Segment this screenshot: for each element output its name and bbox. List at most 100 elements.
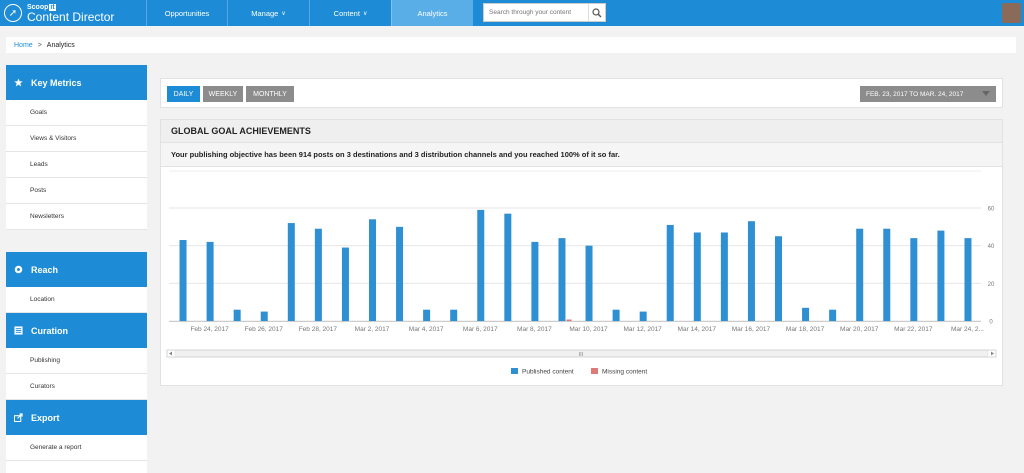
app-logo[interactable]: ➚ Scoop it Content Director — [0, 0, 146, 26]
x-tick-label: Mar 14, 2017 — [678, 326, 717, 333]
x-tick-label: Feb 24, 2017 — [190, 326, 229, 333]
bar-published — [585, 245, 593, 321]
bar-published — [910, 238, 918, 321]
nav-item-content[interactable]: Content ∨ — [309, 0, 391, 26]
sidebar-item-goals[interactable]: Goals — [6, 100, 147, 126]
x-tick-label: Mar 10, 2017 — [569, 326, 608, 333]
export-icon — [14, 413, 24, 422]
sidebar-item-generate-a-report[interactable]: Generate a report — [6, 435, 147, 461]
sidebar-item-posts[interactable]: Posts — [6, 178, 147, 204]
breadcrumb: Home > Analytics — [6, 37, 1016, 53]
search-box — [483, 3, 606, 22]
x-tick-label: Mar 24, 2... — [951, 326, 984, 333]
sidebar-item-location[interactable]: Location — [6, 287, 147, 313]
scrollbar-grip: III — [579, 352, 583, 358]
bar-published — [260, 311, 268, 321]
nav-item-label: Manage — [251, 8, 279, 18]
x-tick-label: Mar 12, 2017 — [624, 326, 663, 333]
chevron-down-icon: ∨ — [362, 10, 368, 17]
bar-published — [233, 309, 241, 321]
y-tick-label: 40 — [988, 244, 995, 250]
bar-published — [856, 228, 864, 321]
bar-published — [720, 232, 728, 321]
nav-item-label: Content — [333, 8, 360, 18]
search-button[interactable] — [588, 4, 605, 21]
legend-swatch-missing — [591, 368, 598, 374]
sidebar-item-curators[interactable]: Curators — [6, 374, 147, 400]
sidebar-section-title: Curation — [31, 325, 68, 336]
bar-published — [666, 224, 674, 321]
nav-item-manage[interactable]: Manage ∨ — [227, 0, 309, 26]
sidebar-gap — [6, 230, 147, 252]
bar-published — [964, 238, 972, 321]
bar-published — [531, 241, 539, 321]
x-tick-label: Feb 26, 2017 — [245, 326, 284, 333]
bar-published — [937, 230, 945, 321]
bar-published — [747, 221, 755, 321]
bar-published — [883, 228, 891, 321]
bar-published — [341, 247, 349, 321]
bar-published — [802, 307, 810, 321]
bar-published — [775, 236, 782, 321]
bar-published — [423, 309, 431, 321]
nav-item-analytics[interactable]: Analytics — [391, 0, 473, 26]
x-tick-label: Mar 22, 2017 — [894, 326, 933, 333]
bar-published — [369, 219, 376, 321]
nav-item-opportunities[interactable]: Opportunities — [146, 0, 227, 26]
search-icon — [592, 7, 602, 17]
y-tick-label: 0 — [989, 320, 993, 326]
sidebar-section-reach[interactable]: Reach — [6, 252, 147, 287]
bar-missing — [566, 319, 572, 321]
search-input[interactable] — [484, 4, 588, 21]
x-tick-label: Mar 2, 2017 — [355, 326, 390, 333]
sidebar-section-title: Key Metrics — [31, 77, 82, 88]
x-tick-label: Feb 28, 2017 — [299, 326, 338, 333]
bar-published — [693, 232, 701, 321]
logo-text: Scoop it Content Director — [27, 3, 115, 24]
x-tick-label: Mar 16, 2017 — [732, 326, 771, 333]
sidebar-item-views-visitors[interactable]: Views & Visitors — [6, 126, 147, 152]
sidebar-section-curation[interactable]: Curation — [6, 313, 147, 348]
nav-item-label: Opportunities — [164, 8, 210, 18]
sidebar-section-title: Reach — [31, 264, 59, 275]
goal-description: Your publishing objective has been 914 p… — [161, 143, 1002, 167]
caret-down-icon — [982, 91, 990, 96]
list-icon — [14, 326, 24, 335]
y-tick-label: 20 — [988, 282, 995, 288]
x-tick-label: Mar 18, 2017 — [786, 326, 825, 333]
breadcrumb-separator: > — [37, 41, 42, 49]
compass-icon: ➚ — [4, 4, 22, 22]
x-tick-label: Mar 6, 2017 — [463, 326, 498, 333]
bar-published — [639, 311, 647, 321]
x-tick-label: Mar 20, 2017 — [840, 326, 879, 333]
legend-label-missing: Missing content — [602, 369, 647, 376]
monthly-button[interactable]: MONTHLY — [246, 86, 294, 102]
bar-published — [396, 226, 404, 321]
user-avatar[interactable] — [1002, 3, 1021, 23]
sidebar-section-export[interactable]: Export — [6, 400, 147, 435]
bar-published — [314, 228, 322, 321]
bar-published — [558, 238, 566, 321]
x-tick-label: Mar 4, 2017 — [409, 326, 444, 333]
date-range-dropdown[interactable]: FEB. 23, 2017 TO MAR. 24, 2017 — [860, 86, 996, 102]
nav-item-label: Analytics — [417, 8, 448, 18]
bar-published — [450, 309, 458, 321]
legend-swatch-published — [511, 368, 518, 374]
sidebar-section-key-metrics[interactable]: Key Metrics — [6, 65, 147, 100]
daily-button[interactable]: DAILY — [167, 86, 200, 102]
sidebar-item-newsletters[interactable]: Newsletters — [6, 204, 147, 230]
breadcrumb-current: Analytics — [46, 41, 75, 49]
bar-published — [504, 213, 512, 321]
goal-bar-chart: 0 20 40 60 Feb 24, 2017 Feb 26, 2017 Feb 28, 2… — [166, 170, 997, 376]
logo-product-name: Content Director — [27, 9, 115, 24]
star-icon — [14, 78, 24, 87]
sidebar-item-publishing[interactable]: Publishing — [6, 348, 147, 374]
weekly-button[interactable]: WEEKLY — [203, 86, 243, 102]
chevron-down-icon: ∨ — [281, 10, 286, 17]
breadcrumb-home-link[interactable]: Home — [14, 42, 33, 49]
date-range-label: FEB. 23, 2017 TO MAR. 24, 2017 — [866, 90, 964, 98]
sidebar-item-leads[interactable]: Leads — [6, 152, 147, 178]
goal-panel: GLOBAL GOAL ACHIEVEMENTS Your publishing… — [160, 119, 1003, 386]
sidebar-section-title: Export — [31, 412, 60, 423]
bar-published — [287, 223, 295, 321]
